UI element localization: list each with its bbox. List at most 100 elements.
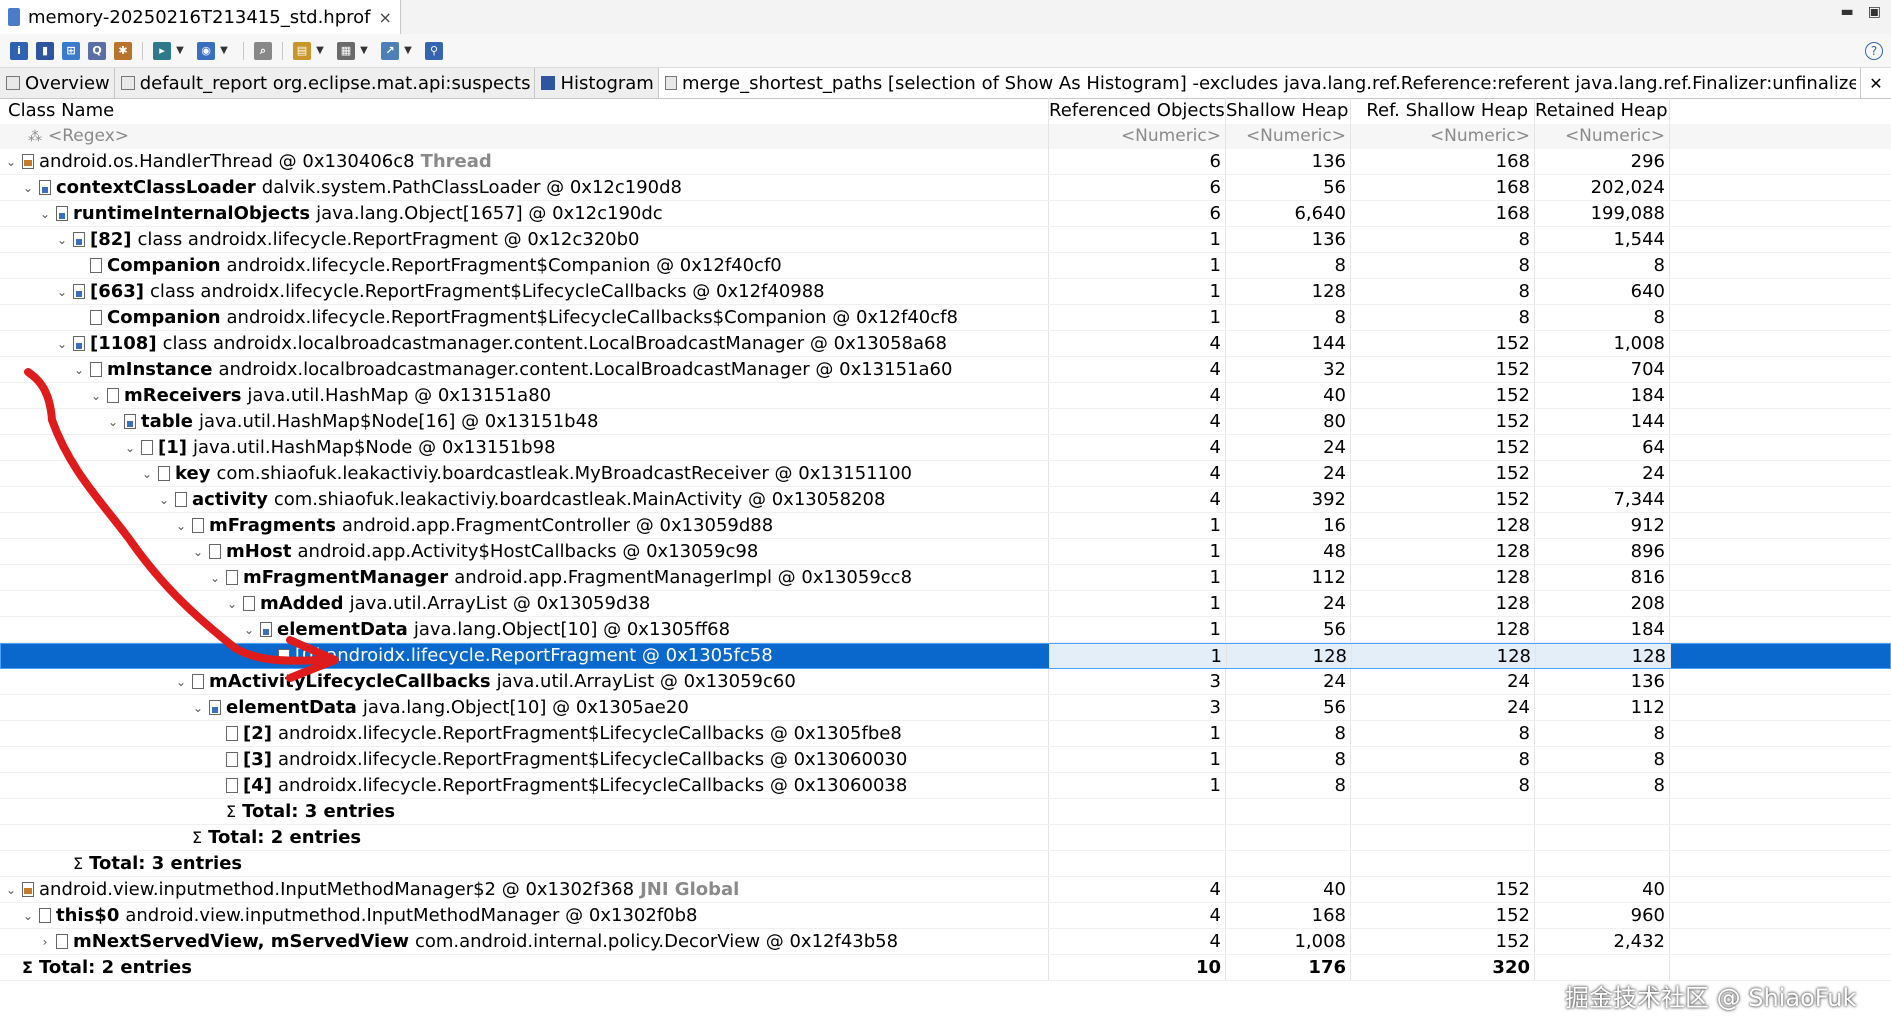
chevron-down-icon[interactable]: ▼ <box>403 42 413 60</box>
column-class-name[interactable]: Class Name <box>0 98 1049 124</box>
table-row[interactable]: ⌄ mReceivers java.util.HashMap @ 0x13151a8… <box>0 383 1891 409</box>
tab-default-report[interactable]: default_report org.eclipse.mat.api:suspe… <box>114 68 536 98</box>
chevron-down-icon[interactable]: ▼ <box>359 42 369 60</box>
table-row[interactable]: ⌄ [1108] class androidx.localbroadcastmana… <box>0 331 1891 357</box>
info-icon[interactable]: i <box>10 41 28 60</box>
table-row[interactable]: ⌄ mInstance androidx.localbroadcastmanager… <box>0 357 1891 383</box>
chevron-down-icon[interactable]: ▼ <box>219 42 229 60</box>
chevron-down-icon[interactable]: ⌄ <box>208 565 222 590</box>
table-row[interactable]: ⌄ elementData java.lang.Object[10] @ 0x130… <box>0 617 1891 643</box>
chevron-down-icon[interactable]: ⌄ <box>38 201 52 226</box>
table-row[interactable]: ⌄ this$0 android.view.inputmethod.InputMet… <box>0 903 1891 929</box>
column-ref-shallow-heap[interactable]: Ref. Shallow Heap <box>1351 98 1535 124</box>
chevron-down-icon[interactable]: ⌄ <box>123 435 137 460</box>
table-row[interactable]: ⌄ key com.shiaofuk.leakactiviy.boardcastle… <box>0 461 1891 487</box>
toolbar-separator <box>243 41 244 60</box>
table-row[interactable]: Σ Total: 3 entries <box>0 799 1891 825</box>
class-name-cell: Σ Total: 2 entries <box>0 825 1049 850</box>
table-row[interactable]: ⌄ contextClassLoader dalvik.system.PathCla… <box>0 175 1891 201</box>
chevron-down-icon[interactable]: ⌄ <box>174 513 188 538</box>
chevron-down-icon[interactable]: ⌄ <box>55 227 69 252</box>
table-row[interactable]: ⌄ [663] class androidx.lifecycle.ReportFra… <box>0 279 1891 305</box>
class-object-icon <box>260 622 272 637</box>
column-retained-heap[interactable]: Retained Heap <box>1535 98 1670 124</box>
tab-overview[interactable]: Overview <box>0 68 115 98</box>
numeric-filter[interactable]: <Numeric> <box>1535 124 1670 149</box>
table-row[interactable]: Companion androidx.lifecycle.ReportFragme… <box>0 305 1891 331</box>
chevron-down-icon[interactable]: ⌄ <box>242 617 256 642</box>
column-referenced-objects[interactable]: Referenced Objects <box>1049 98 1226 124</box>
chevron-down-icon[interactable]: ⌄ <box>21 903 35 928</box>
group-by-icon[interactable]: ▤ <box>293 41 311 60</box>
table-row[interactable]: › mNextServedView, mServedView com.android… <box>0 929 1891 955</box>
object-icon <box>226 752 238 767</box>
object-label: androidx.localbroadcastmanager.content.L… <box>218 358 953 380</box>
chevron-down-icon[interactable]: ⌄ <box>89 383 103 408</box>
table-row[interactable]: ⌄ mHost android.app.Activity$HostCallbacks… <box>0 539 1891 565</box>
chevron-down-icon[interactable]: ▼ <box>315 42 325 60</box>
chevron-down-icon[interactable]: ⌄ <box>191 539 205 564</box>
field-name: [1] <box>158 436 187 458</box>
top-consumers-icon[interactable]: ✱ <box>114 41 132 60</box>
chevron-right-icon[interactable]: › <box>38 929 52 954</box>
table-row[interactable]: ⌄ runtimeInternalObjects java.lang.Object[… <box>0 201 1891 227</box>
minimize-icon[interactable]: ▬ <box>1841 4 1854 20</box>
oql-icon[interactable]: Q <box>88 41 106 60</box>
table-row[interactable]: [4] androidx.lifecycle.ReportFragment$Lif… <box>0 773 1891 799</box>
table-row[interactable]: ⌄ [1] java.util.HashMap$Node @ 0x13151b98 4… <box>0 435 1891 461</box>
table-row[interactable]: Companion androidx.lifecycle.ReportFragme… <box>0 253 1891 279</box>
table-row[interactable]: Σ Total: 2 entries <box>0 825 1891 851</box>
table-row[interactable]: Σ Total: 3 entries <box>0 851 1891 877</box>
chevron-down-icon[interactable]: ⌄ <box>55 279 69 304</box>
numeric-filter[interactable]: <Numeric> <box>1351 124 1535 149</box>
table-row[interactable]: ⌄ elementData java.lang.Object[10] @ 0x130… <box>0 695 1891 721</box>
histogram-icon[interactable]: ▮ <box>36 41 54 60</box>
chevron-down-icon[interactable]: ⌄ <box>225 591 239 616</box>
table-row[interactable]: [3] androidx.lifecycle.ReportFragment$Lif… <box>0 747 1891 773</box>
chevron-down-icon[interactable]: ⌄ <box>4 877 18 902</box>
chevron-down-icon[interactable]: ⌄ <box>55 331 69 356</box>
numeric-filter[interactable]: <Numeric> <box>1226 124 1351 149</box>
table-row[interactable]: ⌄ activity com.shiaofuk.leakactiviy.boardc… <box>0 487 1891 513</box>
pin-icon[interactable]: ⚲ <box>425 41 443 60</box>
table-row-selected[interactable]: [0] androidx.lifecycle.ReportFragment @ … <box>0 643 1891 669</box>
chevron-down-icon[interactable]: ⌄ <box>106 409 120 434</box>
chevron-down-icon[interactable]: ⌄ <box>191 695 205 720</box>
chevron-down-icon[interactable]: ▼ <box>175 42 185 60</box>
field-name: Total: 2 entries <box>38 956 192 978</box>
table-row[interactable]: ⌄ android.view.inputmethod.InputMethodMan… <box>0 877 1891 903</box>
tab-merge-shortest-paths[interactable]: merge_shortest_paths [selection of Show … <box>658 68 1861 98</box>
chevron-down-icon[interactable]: ⌄ <box>157 487 171 512</box>
calc-retained-icon[interactable]: ▦ <box>337 41 355 60</box>
tab-histogram[interactable]: Histogram <box>535 68 659 98</box>
dominator-tree-icon[interactable]: ⊞ <box>62 41 80 60</box>
table-row[interactable]: [2] androidx.lifecycle.ReportFragment$Lif… <box>0 721 1891 747</box>
retained-heap-cell: 896 <box>1535 539 1670 564</box>
chevron-down-icon[interactable]: ⌄ <box>174 669 188 694</box>
export-icon[interactable]: ↗ <box>381 41 399 60</box>
chevron-down-icon[interactable]: ⌄ <box>72 357 86 382</box>
table-row[interactable]: ⌄ [82] class androidx.lifecycle.ReportFrag… <box>0 227 1891 253</box>
editor-tab-hprof[interactable]: memory-20250216T213415_std.hprof × <box>0 0 401 34</box>
table-row[interactable]: ⌄ mAdded java.util.ArrayList @ 0x13059d38 1… <box>0 591 1891 617</box>
chevron-down-icon[interactable]: ⌄ <box>140 461 154 486</box>
chevron-down-icon[interactable]: ⌄ <box>21 175 35 200</box>
search-icon[interactable]: ⌕ <box>254 41 272 60</box>
regex-filter[interactable]: ⁂ <Regex> <box>0 124 1049 149</box>
help-icon[interactable]: ? <box>1865 42 1883 60</box>
retained-heap-cell <box>1535 851 1670 876</box>
column-shallow-heap[interactable]: Shallow Heap <box>1226 98 1351 124</box>
table-row[interactable]: ⌄ table java.util.HashMap$Node[16] @ 0x131… <box>0 409 1891 435</box>
table-row[interactable]: ⌄ mActivityLifecycleCallbacks java.util.Ar… <box>0 669 1891 695</box>
numeric-filter[interactable]: <Numeric> <box>1049 124 1226 149</box>
chevron-down-icon[interactable]: ⌄ <box>4 149 18 174</box>
table-row[interactable]: ⌄ mFragmentManager android.app.FragmentMan… <box>0 565 1891 591</box>
table-row[interactable]: ⌄ android.os.HandlerThread @ 0x130406c8 Th… <box>0 149 1891 175</box>
close-icon[interactable]: × <box>378 8 391 27</box>
close-icon[interactable]: ✕ <box>1861 68 1891 98</box>
object-label: androidx.lifecycle.ReportFragment$Compan… <box>226 254 782 276</box>
query-browser-icon[interactable]: ◉ <box>197 41 215 60</box>
run-report-icon[interactable]: ▸ <box>153 41 171 60</box>
table-row[interactable]: ⌄ mFragments android.app.FragmentControlle… <box>0 513 1891 539</box>
maximize-icon[interactable]: ▣ <box>1868 4 1881 20</box>
